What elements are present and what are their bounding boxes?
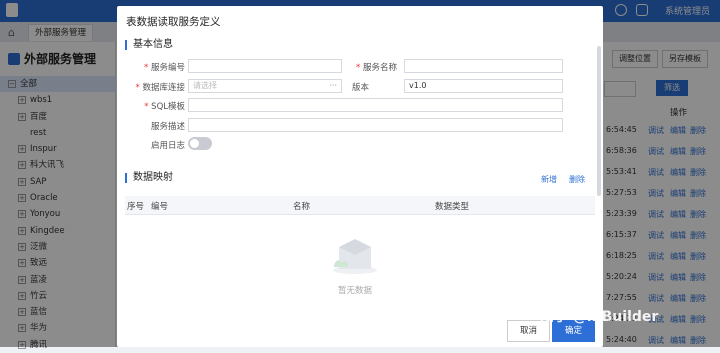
col-code: 编号	[151, 202, 169, 212]
delete-mapping-link[interactable]: 删除	[569, 174, 585, 185]
service-name-input[interactable]	[404, 59, 563, 73]
more-icon[interactable]: ···	[329, 80, 337, 92]
basic-info-section-title: 基本信息	[125, 40, 173, 50]
enable-log-label: 启用日志	[150, 141, 185, 151]
col-data-type: 数据类型	[435, 202, 470, 212]
service-name-label: * 服务名称	[356, 63, 397, 73]
watermark: 知乎 @inBuilder	[540, 309, 659, 325]
sql-template-label: * SQL模板	[144, 102, 185, 112]
sql-template-input[interactable]	[188, 98, 563, 112]
service-code-label: * 服务编号	[144, 63, 185, 73]
service-desc-input[interactable]	[188, 118, 563, 132]
version-label: 版本	[351, 83, 369, 93]
add-mapping-link[interactable]: 新增	[541, 174, 557, 185]
empty-box-icon	[333, 239, 377, 274]
service-code-input[interactable]	[188, 59, 342, 73]
col-index: 序号	[127, 202, 145, 212]
dialog-scrollbar[interactable]	[597, 46, 601, 196]
data-mapping-section-title: 数据映射	[125, 173, 173, 183]
empty-state-text: 暂无数据	[338, 286, 373, 296]
mapping-table-header: 序号 编号 名称 数据类型	[125, 196, 595, 215]
service-desc-label: 服务描述	[150, 122, 185, 132]
enable-log-toggle[interactable]	[188, 137, 212, 150]
toggle-knob	[190, 139, 199, 148]
dialog-title: 表数据读取服务定义	[126, 16, 221, 28]
col-name: 名称	[293, 202, 311, 212]
service-definition-dialog: 表数据读取服务定义 基本信息 * 服务编号 * 服务名称 * 数据库连接 请选择…	[117, 6, 603, 347]
db-connection-select[interactable]: 请选择 ···	[188, 79, 342, 93]
version-input[interactable]: v1.0	[404, 79, 563, 93]
db-connection-label: * 数据库连接	[135, 83, 185, 93]
